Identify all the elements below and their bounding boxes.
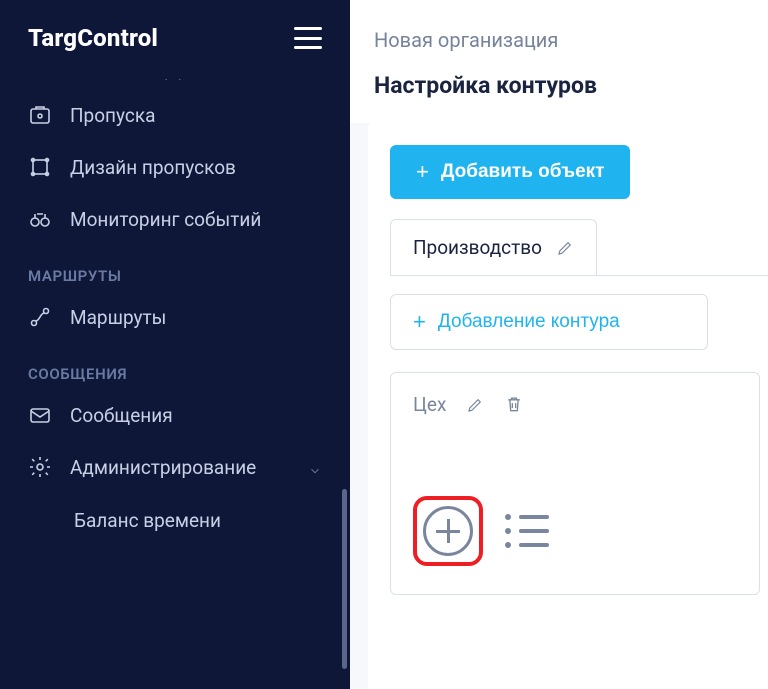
trash-icon[interactable]: [504, 394, 524, 416]
sidebar-scrollbar[interactable]: [342, 489, 347, 669]
tab-production[interactable]: Производство: [390, 219, 597, 275]
sidebar-item-routes[interactable]: Маршруты: [0, 291, 350, 343]
org-name[interactable]: Новая организация: [350, 0, 768, 72]
add-object-button[interactable]: + Добавить объект: [390, 145, 630, 199]
sidebar-item-label: Пропуска: [70, 104, 155, 127]
crop-icon: [28, 155, 52, 179]
route-icon: [28, 305, 52, 329]
list-icon[interactable]: [505, 514, 549, 548]
pencil-icon[interactable]: [466, 396, 484, 414]
button-label: Добавить объект: [441, 161, 605, 183]
sidebar-item-label: Администрирование: [70, 456, 256, 479]
object-tabs: Производство: [390, 219, 768, 275]
gear-icon: [28, 455, 52, 479]
menu-toggle-icon[interactable]: [294, 27, 322, 49]
pencil-icon[interactable]: [556, 239, 574, 257]
highlight-marker: [413, 496, 483, 566]
sidebar: TargControl . . Пропуска Дизайн пропуско…: [0, 0, 350, 689]
sidebar-item-admin[interactable]: Администрирование: [0, 441, 350, 493]
badge-icon: [28, 103, 52, 127]
contour-title: Цех: [413, 393, 446, 416]
button-label: Добавление контура: [438, 311, 620, 333]
sidebar-item-label: Сообщения: [70, 404, 173, 427]
tab-label: Производство: [413, 236, 542, 259]
page-title: Настройка контуров: [350, 72, 768, 123]
content: + Добавить объект Производство + Доба: [350, 123, 768, 689]
main-area: Новая организация Настройка контуров + Д…: [350, 0, 768, 689]
sidebar-section-messages: СООБЩЕНИЯ: [0, 343, 350, 389]
sidebar-item-label: Дизайн пропусков: [70, 156, 236, 179]
contour-card: Цех: [390, 372, 760, 595]
chevron-down-icon: [308, 460, 322, 474]
add-contour-button[interactable]: + Добавление контура: [390, 294, 708, 350]
plus-icon: +: [413, 311, 426, 333]
overflow-indicator: . .: [0, 70, 350, 83]
sidebar-item-label: Мониторинг событий: [70, 208, 261, 231]
sidebar-item-messages[interactable]: Сообщения: [0, 389, 350, 441]
sidebar-item-label: Маршруты: [70, 306, 166, 329]
add-circle-icon[interactable]: [423, 506, 473, 556]
binoculars-icon: [28, 207, 52, 231]
plus-icon: +: [416, 161, 429, 183]
envelope-icon: [28, 403, 52, 427]
sidebar-nav: Пропуска Дизайн пропусков Мониторинг соб…: [0, 89, 350, 689]
brand-logo: TargControl: [28, 24, 158, 52]
sidebar-item-passes[interactable]: Пропуска: [0, 89, 350, 141]
sidebar-item-monitoring[interactable]: Мониторинг событий: [0, 193, 350, 245]
sidebar-subitem-time-balance[interactable]: Баланс времени: [0, 493, 350, 548]
sidebar-item-pass-design[interactable]: Дизайн пропусков: [0, 141, 350, 193]
sidebar-section-routes: МАРШРУТЫ: [0, 245, 350, 291]
